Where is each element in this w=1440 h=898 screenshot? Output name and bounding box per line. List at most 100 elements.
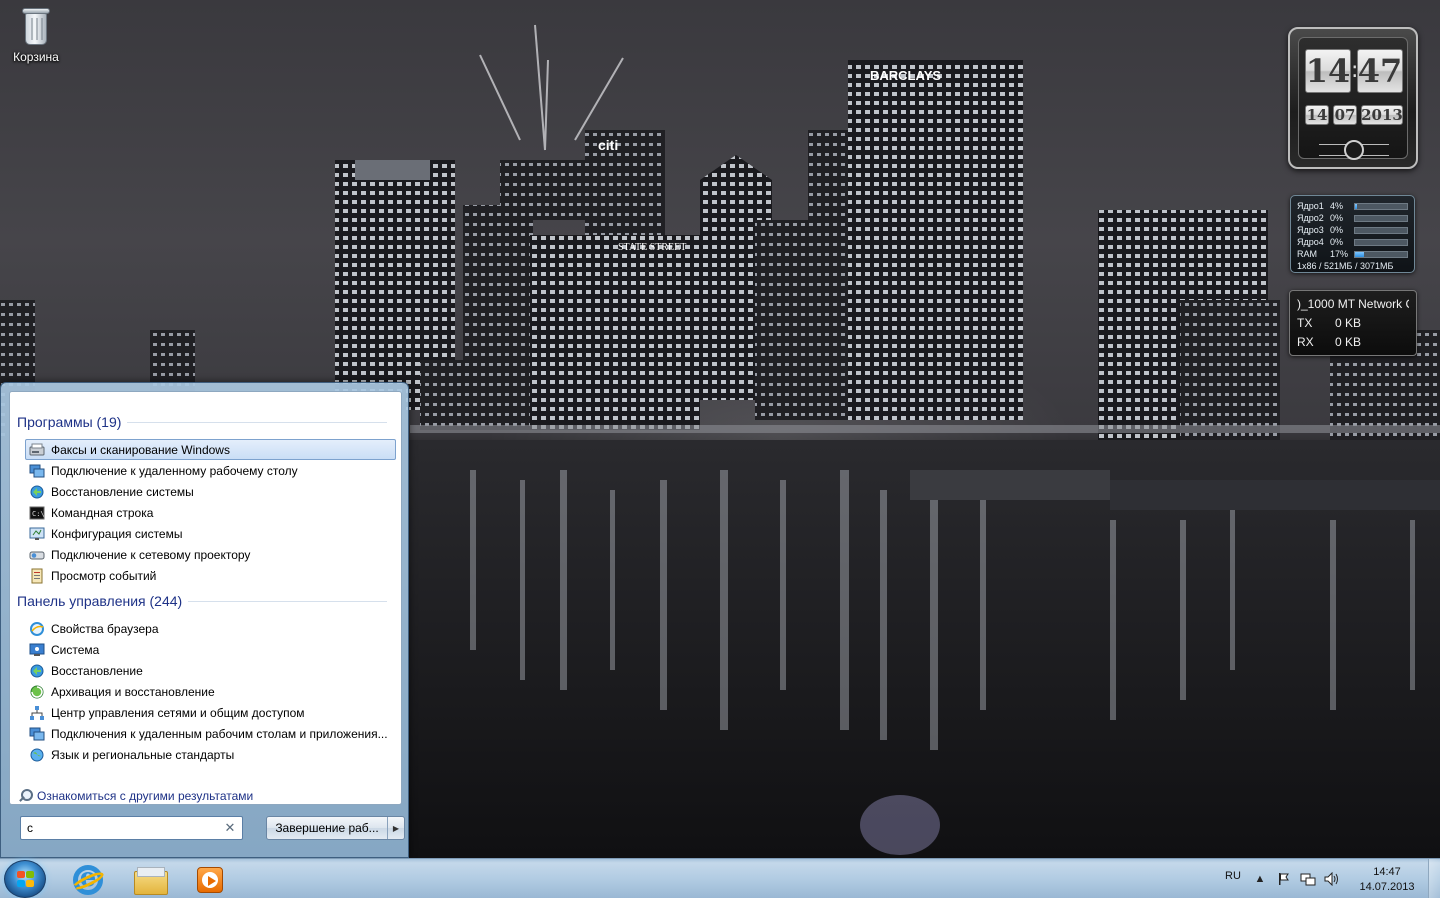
fax-scanner-icon [29,442,45,458]
media-player-button[interactable] [182,861,238,898]
clock-month: 07 [1333,105,1357,125]
cp-network-center[interactable]: Центр управления сетями и общим доступом [25,702,396,723]
see-more-results-link[interactable]: Ознакомиться с другими результатами [18,789,253,803]
program-network-projector[interactable]: Подключение к сетевому проектору [25,544,396,565]
show-hidden-icons-icon[interactable]: ▲ [1252,871,1268,887]
svg-text:citi: citi [598,137,618,153]
network-projector-icon [29,547,45,563]
svg-text:STATE STREET: STATE STREET [618,242,686,253]
clock-minutes: 47 [1357,49,1403,93]
svg-text:BARCLAYS: BARCLAYS [870,68,941,83]
cp-recovery[interactable]: Восстановление [25,660,396,681]
media-player-icon [197,866,223,893]
region-language-icon [29,747,45,763]
control-panel-group-header[interactable]: Панель управления (244) [17,593,387,609]
result-label: Просмотр событий [51,568,157,583]
result-label: Центр управления сетями и общим доступом [51,705,305,720]
network-rx-label: RX [1297,334,1314,349]
program-event-viewer[interactable]: Просмотр событий [25,565,396,586]
result-label: Архивация и восстановление [51,684,215,699]
result-label: Конфигурация системы [51,526,183,541]
cp-backup-restore[interactable]: Архивация и восстановление [25,681,396,702]
network-tx-value: 0 KB [1335,315,1362,330]
control-panel-header-label: Панель управления (244) [17,593,183,609]
cpu-row: Ядро1 4% [1297,200,1408,212]
result-label: Командная строка [51,505,154,520]
result-label: Подключение к сетевому проектору [51,547,251,562]
program-remote-desktop[interactable]: Подключение к удаленному рабочему столу [25,460,396,481]
cp-system[interactable]: Система [25,639,396,660]
cpu-meter-gadget[interactable]: Ядро1 4% Ядро2 0% Ядро3 0% Ядро4 0% RAM … [1290,195,1415,273]
start-search-box[interactable]: ✕ [20,816,243,840]
clock-day: 14 [1305,105,1329,125]
cp-region-language[interactable]: Язык и региональные стандарты [25,744,396,765]
network-rx-row: RX 0 KB [1297,332,1409,351]
cpu-row-bar [1354,202,1408,210]
cpu-row-value: 0% [1330,213,1344,223]
internet-explorer-button[interactable] [60,861,116,898]
tray-time: 14:47 [1373,866,1401,878]
windows-logo-icon [17,871,35,888]
result-label: Подключения к удаленным рабочим столам и… [51,726,388,741]
cpu-row-bar [1354,214,1408,222]
language-indicator[interactable]: RU [1225,870,1241,882]
recovery-icon [29,663,45,679]
cp-remote-apps[interactable]: Подключения к удаленным рабочим столам и… [25,723,396,744]
cp-browser-properties[interactable]: Свойства браузера [25,618,396,639]
clock-hours: 14 [1305,49,1351,93]
cpu-row-bar [1354,238,1408,246]
tray-clock[interactable]: 14:47 14.07.2013 [1352,865,1422,895]
program-command-prompt[interactable]: C:\ Командная строка [25,502,396,523]
command-prompt-icon: C:\ [29,505,45,521]
clock-knob-icon [1344,140,1364,160]
network-adapter-name: )_1000 MT Network C [1297,297,1409,311]
action-center-flag-icon[interactable] [1276,871,1292,887]
cpu-row-value: 0% [1330,225,1344,235]
result-label: Факсы и сканирование Windows [51,442,230,457]
result-label: Свойства браузера [51,621,159,636]
event-viewer-icon [29,568,45,584]
desktop-icon-recycle-bin[interactable]: Корзина [6,4,66,64]
programs-group-header[interactable]: Программы (19) [17,414,387,430]
search-input[interactable] [27,821,224,835]
cpu-row-value: 0% [1330,237,1344,247]
start-menu: Программы (19) Факсы и сканирование Wind… [0,382,409,858]
volume-icon[interactable] [1324,871,1340,887]
taskbar: RU ▲ 14:47 14.07.2013 [0,858,1440,898]
cpu-row: Ядро3 0% [1297,224,1408,236]
backup-restore-icon [29,684,45,700]
show-desktop-button[interactable] [1428,859,1440,898]
network-tx-row: TX 0 KB [1297,313,1409,332]
programs-header-label: Программы (19) [17,414,122,430]
program-system-restore[interactable]: Восстановление системы [25,481,396,502]
shutdown-button-group: Завершение раб... ▶ [266,816,405,840]
start-button[interactable] [4,860,46,898]
remote-desktop-icon [29,463,45,479]
result-label: Язык и региональные стандарты [51,747,235,762]
cpu-row-bar [1354,250,1408,258]
desktop-icon-label: Корзина [13,50,59,64]
network-rx-value: 0 KB [1335,334,1362,349]
explorer-button[interactable] [122,861,178,898]
program-fax-scan[interactable]: Факсы и сканирование Windows [25,439,396,460]
remote-apps-icon [29,726,45,742]
result-label: Подключение к удаленному рабочему столу [51,463,298,478]
browser-properties-icon [29,621,45,637]
cpu-row-name: Ядро2 [1297,213,1324,223]
shutdown-button[interactable]: Завершение раб... [267,817,388,839]
result-label: Система [51,642,100,657]
header-divider [127,421,387,423]
system-restore-icon [29,484,45,500]
system-icon [29,642,45,658]
see-more-results-label: Ознакомиться с другими результатами [37,789,254,803]
result-label: Восстановление системы [51,484,194,499]
result-label: Восстановление [51,663,143,678]
clock-gadget[interactable]: 14 : 47 14 07 2013 [1288,27,1418,169]
svg-text:C:\: C:\ [32,510,45,518]
network-tray-icon[interactable] [1300,871,1316,887]
network-meter-gadget[interactable]: )_1000 MT Network C TX 0 KB RX 0 KB [1289,290,1417,356]
clear-search-icon[interactable]: ✕ [224,820,236,836]
clock-year: 2013 [1361,105,1403,125]
shutdown-options-arrow-icon[interactable]: ▶ [388,817,404,839]
program-system-config[interactable]: Конфигурация системы [25,523,396,544]
